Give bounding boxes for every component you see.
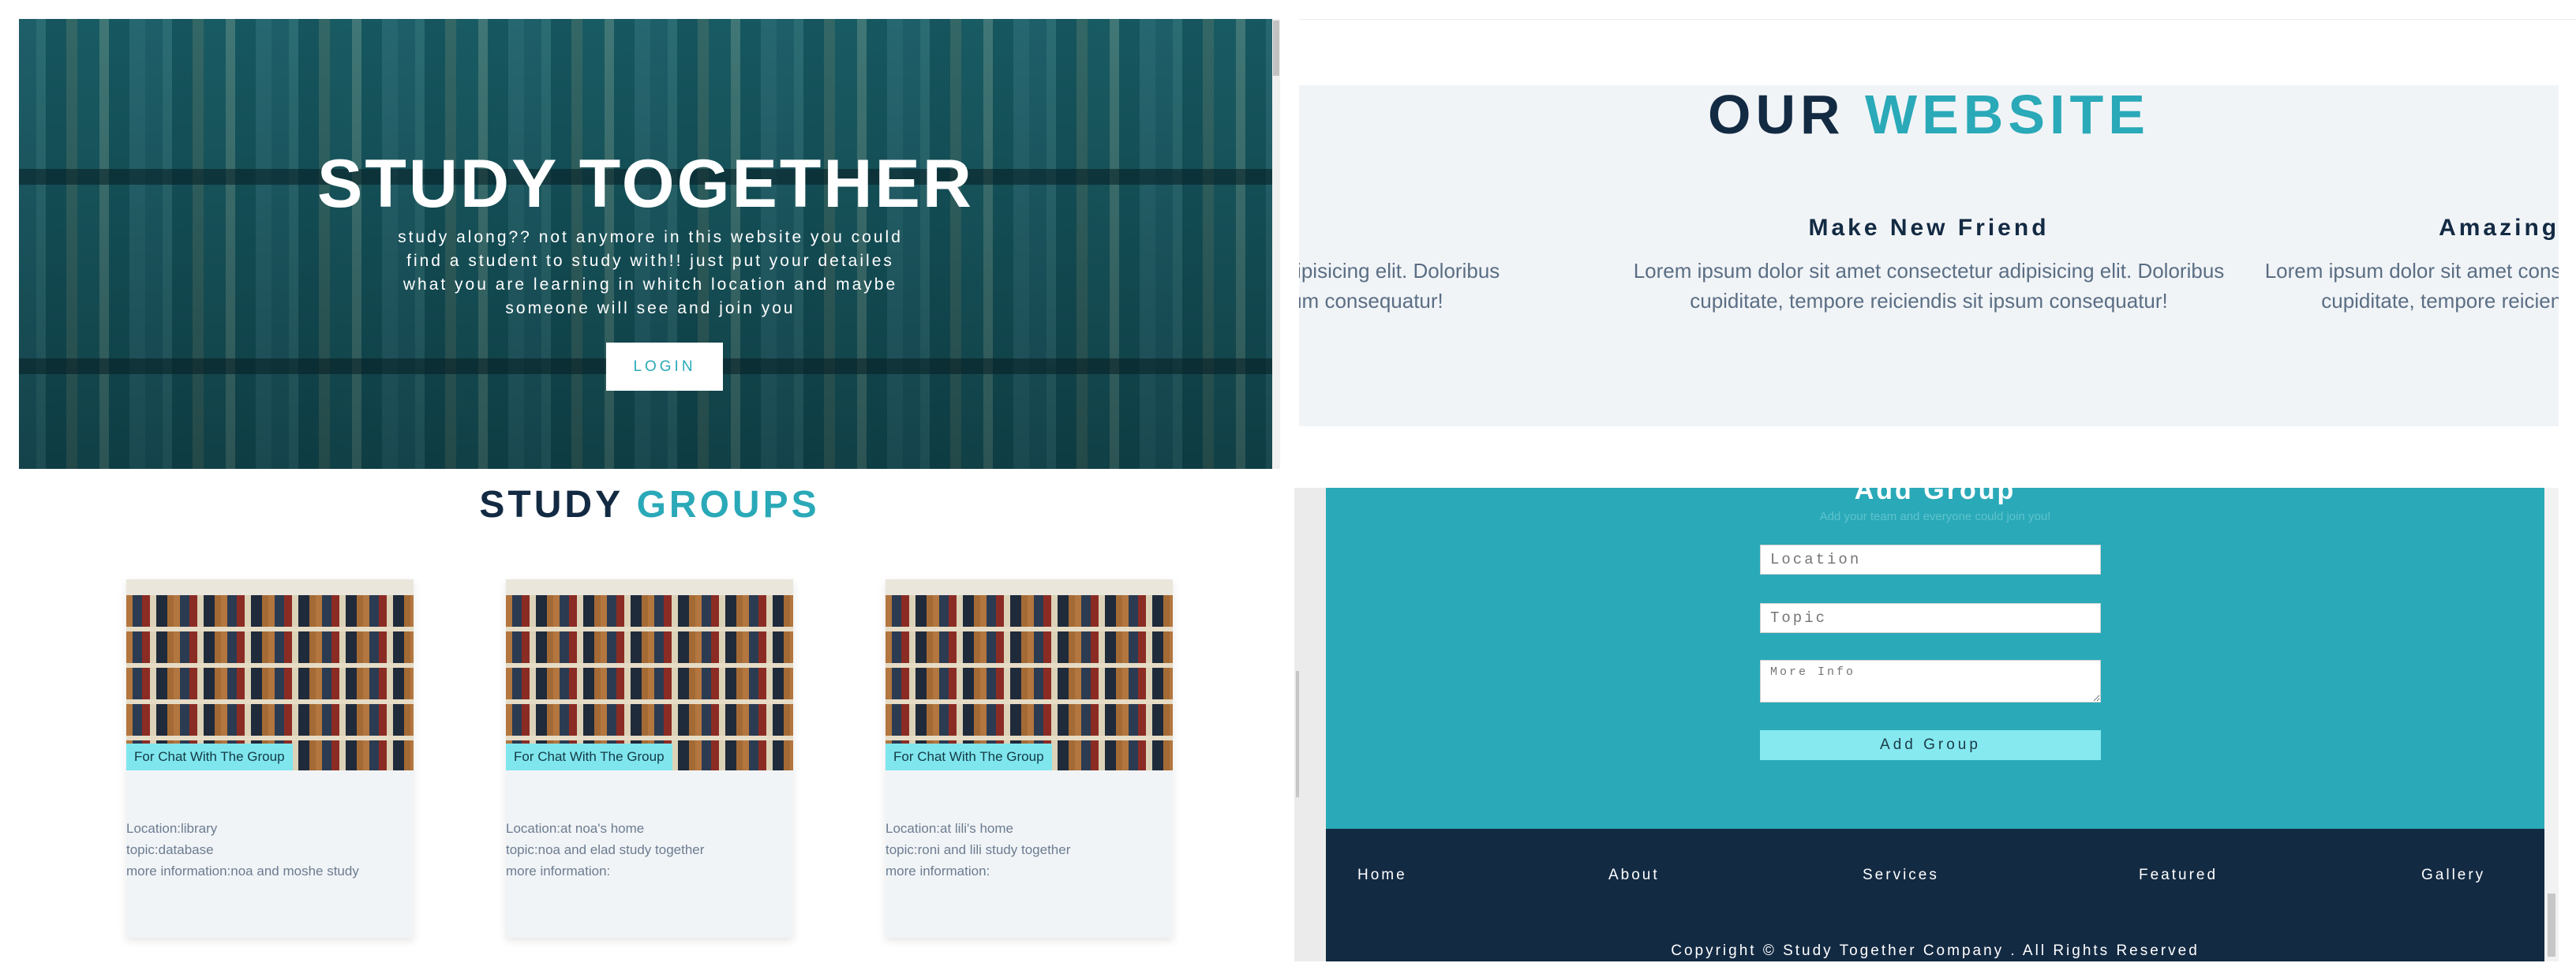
footer-link-featured[interactable]: Featured	[2139, 867, 2218, 884]
add-group-subtitle: Add your team and everyone could join yo…	[1819, 510, 2051, 523]
hero-title: STUDY TOGETHER	[316, 146, 975, 222]
footer: Home About Services Featured Gallery Cop…	[1326, 829, 2544, 961]
group-info: Location:at lili's home topic:roni and l…	[886, 818, 1070, 882]
group-more-info: more information:	[886, 864, 990, 879]
library-photo	[886, 579, 1173, 770]
group-location: Location:library	[126, 821, 218, 836]
feature-title: Make New Friend	[1808, 215, 2050, 241]
feature-text-line: Lorem ipsum dolor sit amet consectetur a…	[1633, 259, 2225, 283]
scrollbar-thumb[interactable]	[2548, 894, 2555, 957]
footer-link-gallery[interactable]: Gallery	[2421, 867, 2485, 884]
footer-link-services[interactable]: Services	[1863, 867, 1939, 884]
group-more-info: more information:noa and moshe study	[126, 864, 359, 879]
study-groups-title-accent: GROUPS	[636, 484, 820, 526]
feature-text-line: cupiditate, tempore reiciendis sit ipsum…	[1690, 289, 2168, 313]
login-button[interactable]: LOGIN	[606, 343, 723, 391]
scrollbar[interactable]	[2544, 488, 2559, 961]
library-photo	[506, 579, 793, 770]
scrollbar-track	[1299, 488, 1326, 961]
library-photo	[126, 579, 414, 770]
our-website-title-main: OUR	[1708, 85, 1866, 145]
hero-description: study along?? not anymore in this websit…	[398, 228, 903, 317]
group-topic: topic:database	[126, 842, 214, 857]
feature-title: Communicate	[1299, 215, 1520, 242]
feature-make-new-friend: Make New Friend Lorem ipsum dolor sit am…	[1613, 215, 2245, 316]
our-website-title: OUR WEBSITE	[1299, 85, 2559, 142]
add-group-button[interactable]: Add Group	[1760, 730, 2101, 760]
chat-with-group-button[interactable]: For Chat With The Group	[126, 744, 293, 770]
study-groups-title: STUDY GROUPS	[19, 483, 1280, 526]
copyright: Copyright © Study Together Company . All…	[1671, 942, 2200, 959]
group-topic: topic:roni and lili study together	[886, 842, 1071, 857]
feature-text-line: Lorem ipsum dolor sit amet consectetur a…	[2264, 259, 2559, 283]
feature-communicate: Communicate Lorem ipsum dolor sit amet c…	[1299, 215, 1520, 316]
group-topic: topic:noa and elad study together	[506, 842, 705, 857]
our-website-section: OUR WEBSITE Communicate Lorem ipsum dolo…	[1299, 85, 2559, 426]
feature-title: Amazing Website	[2439, 215, 2559, 241]
topic-input[interactable]	[1760, 603, 2101, 633]
group-info: Location:library topic:database more inf…	[126, 818, 359, 882]
scrollbar-thumb[interactable]	[1273, 21, 1279, 76]
chat-with-group-button[interactable]: For Chat With The Group	[506, 744, 672, 770]
group-card: For Chat With The Group Location:at lili…	[886, 579, 1173, 938]
footer-link-home[interactable]: Home	[1357, 867, 1407, 884]
group-location: Location:at lili's home	[886, 821, 1013, 836]
group-location: Location:at noa's home	[506, 821, 645, 836]
group-info: Location:at noa's home topic:noa and ela…	[506, 818, 704, 882]
group-card: For Chat With The Group Location:library…	[126, 579, 414, 938]
more-info-textarea[interactable]	[1760, 660, 2101, 703]
page: STUDY TOGETHER study along?? not anymore…	[0, 0, 2576, 978]
add-group-title: Add Group	[1854, 488, 2016, 505]
feature-amazing-website: Amazing Website Lorem ipsum dolor sit am…	[2245, 215, 2559, 316]
feature-text-line: Lorem ipsum dolor sit amet consectetur a…	[1299, 259, 1500, 283]
feature-text-line: cupiditate, tempore reiciendis sit ipsum…	[2321, 289, 2559, 313]
feature-text-line: cupiditate, tempore reiciendis sit ipsum…	[1299, 289, 1443, 313]
scrollbar[interactable]	[1272, 19, 1280, 469]
study-groups-title-main: STUDY	[479, 484, 637, 526]
add-group-section: Add Group Add your team and everyone cou…	[1326, 488, 2544, 829]
group-more-info: more information:	[506, 864, 611, 879]
hero-banner: STUDY TOGETHER study along?? not anymore…	[19, 19, 1272, 469]
footer-link-about[interactable]: About	[1608, 867, 1660, 884]
our-website-title-accent: WEBSITE	[1865, 85, 2150, 145]
location-input[interactable]	[1760, 545, 2101, 575]
footer-nav: Home About Services Featured Gallery	[1326, 867, 2544, 890]
divider	[1299, 19, 2576, 20]
group-card: For Chat With The Group Location:at noa'…	[506, 579, 793, 938]
chat-with-group-button[interactable]: For Chat With The Group	[886, 744, 1052, 770]
